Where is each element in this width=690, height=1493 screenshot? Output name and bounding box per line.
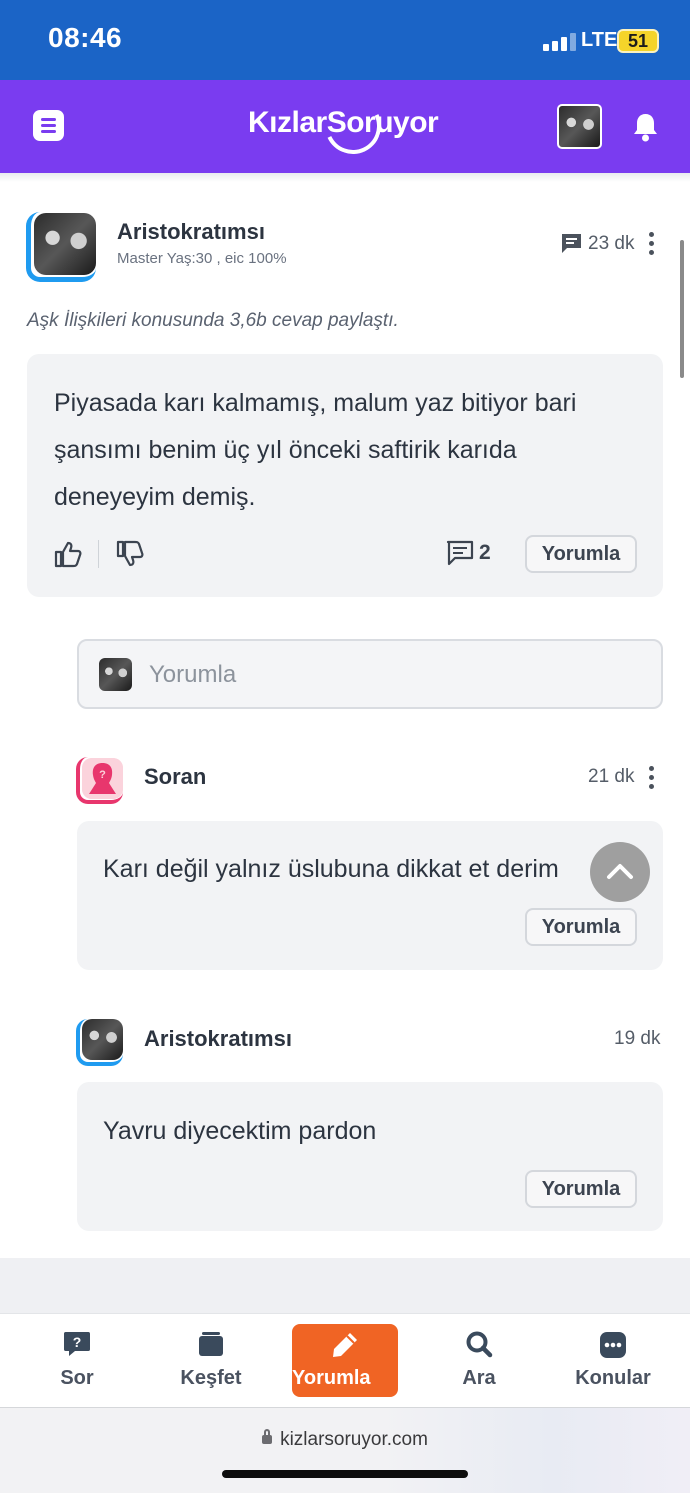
site-logo[interactable]: KızlarSoruyor xyxy=(248,106,439,140)
activity-line: Aşk İlişkileri konusunda 3,6b cevap payl… xyxy=(27,310,399,331)
reply-time: 21 dk xyxy=(588,766,635,787)
comment-input[interactable] xyxy=(149,657,639,693)
dots-bubble-icon xyxy=(600,1332,626,1358)
svg-text:?: ? xyxy=(73,1334,82,1350)
author-avatar[interactable] xyxy=(82,1019,123,1060)
status-time: 08:46 xyxy=(48,22,123,53)
anonymous-user-icon: ? xyxy=(82,758,123,799)
more-options-icon[interactable] xyxy=(649,766,655,789)
bell-icon[interactable] xyxy=(632,112,659,142)
browser-address-bar[interactable]: kizlarsoruyor.com xyxy=(0,1407,690,1493)
reply-author-name[interactable]: Soran xyxy=(144,764,206,790)
reply-text: Yavru diyecektim pardon xyxy=(103,1117,377,1145)
user-avatar xyxy=(99,658,132,691)
nav-label: Keşfet xyxy=(180,1367,242,1389)
nav-sor[interactable]: ? Sor xyxy=(27,1314,127,1408)
network-type: LTE xyxy=(581,29,618,51)
post-text: Piyasada karı kalmamış, malum yaz bitiyo… xyxy=(54,389,577,511)
nav-label: Ara xyxy=(462,1367,496,1389)
app-header: KızlarSoruyor xyxy=(0,80,690,173)
reply-author-name[interactable]: Aristokratımsı xyxy=(144,1026,292,1052)
chevron-up-icon xyxy=(607,864,633,879)
svg-text:?: ? xyxy=(99,769,106,781)
lock-icon xyxy=(262,1429,273,1444)
scrollbar[interactable] xyxy=(680,240,684,378)
battery-icon: 51 xyxy=(617,29,659,53)
scroll-to-top-button[interactable] xyxy=(590,842,650,902)
like-icon[interactable] xyxy=(54,540,82,568)
pencil-icon xyxy=(333,1333,357,1357)
cards-icon xyxy=(199,1332,223,1356)
section-gap xyxy=(0,1258,690,1313)
nav-label: Sor xyxy=(60,1367,94,1389)
reply-button[interactable]: Yorumla xyxy=(525,1170,637,1208)
author-avatar[interactable] xyxy=(34,213,96,275)
reply-button[interactable]: Yorumla xyxy=(525,535,637,573)
reply-card: Yavru diyecektim pardon xyxy=(77,1082,663,1231)
dislike-icon[interactable] xyxy=(116,540,144,568)
status-bar: 08:46 LTE 51 xyxy=(0,0,690,80)
nav-ara[interactable]: Ara xyxy=(429,1314,529,1408)
divider xyxy=(98,540,99,568)
nav-label: Konular xyxy=(575,1367,651,1389)
home-indicator[interactable] xyxy=(222,1470,468,1478)
menu-icon[interactable] xyxy=(33,110,64,141)
signal-icon xyxy=(543,33,576,51)
nav-label: Yorumla xyxy=(292,1367,371,1389)
anonymous-avatar: ? xyxy=(82,758,123,799)
url-text[interactable]: kizlarsoruyor.com xyxy=(280,1429,428,1450)
comment-count[interactable]: 2 xyxy=(479,541,491,565)
post-time: 23 dk xyxy=(588,233,635,254)
reply-button[interactable]: Yorumla xyxy=(525,908,637,946)
nav-yorumla[interactable]: Yorumla xyxy=(292,1324,398,1397)
comment-input-box[interactable] xyxy=(77,639,663,709)
divider xyxy=(0,173,690,182)
nav-konular[interactable]: Konular xyxy=(563,1314,663,1408)
post-author-meta: Master Yaş:30 , eic 100% xyxy=(117,250,287,267)
search-icon xyxy=(466,1331,493,1358)
profile-avatar[interactable] xyxy=(557,104,602,149)
bottom-nav: ? Sor Keşfet Yorumla Ara Konular xyxy=(0,1313,690,1407)
reply-time: 19 dk xyxy=(614,1028,661,1049)
reply-text: Karı değil yalnız üslubuna dikkat et der… xyxy=(103,855,559,883)
comment-icon xyxy=(562,234,581,253)
nav-kesfet[interactable]: Keşfet xyxy=(161,1314,261,1408)
reply-card: Karı değil yalnız üslubuna dikkat et der… xyxy=(77,821,663,970)
post-author-name[interactable]: Aristokratımsı xyxy=(117,219,265,245)
question-bubble-icon: ? xyxy=(64,1332,90,1356)
more-options-icon[interactable] xyxy=(649,232,655,255)
comments-icon[interactable] xyxy=(446,540,474,566)
